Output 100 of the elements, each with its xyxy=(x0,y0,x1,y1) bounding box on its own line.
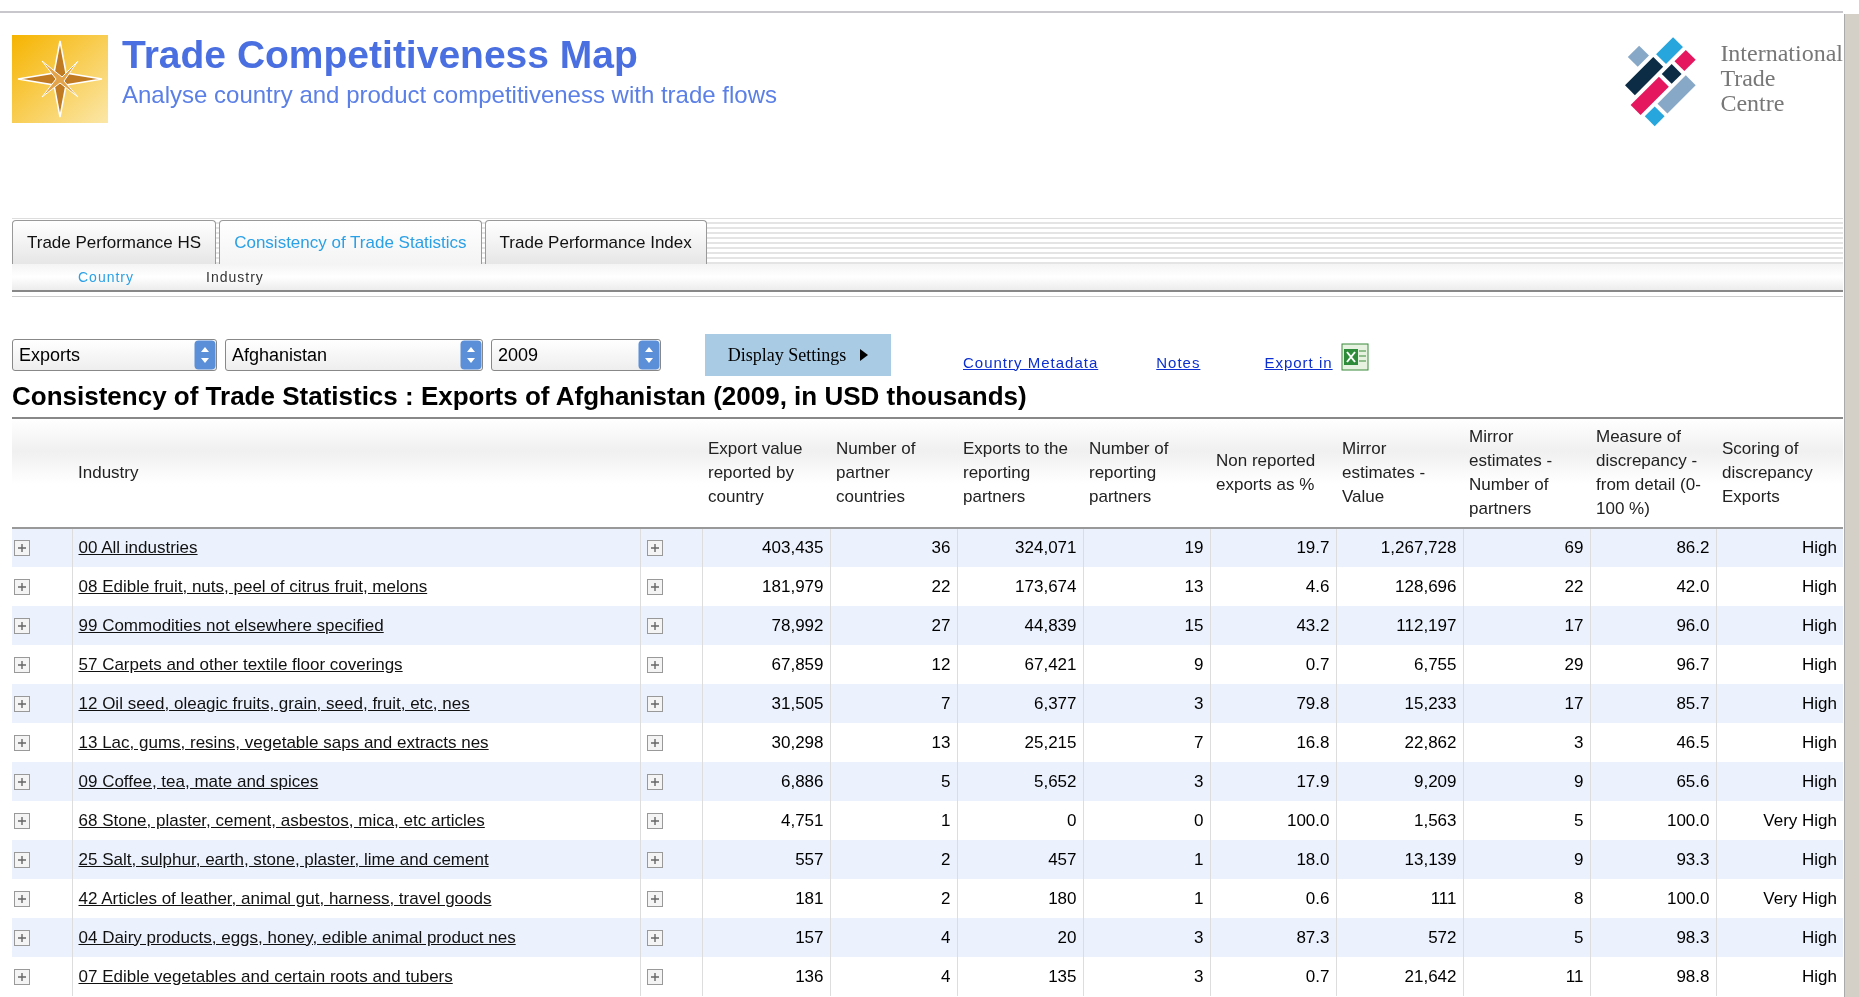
expand-icon[interactable] xyxy=(14,812,30,829)
table-cell: 17.9 xyxy=(1210,762,1336,801)
link[interactable]: Notes xyxy=(1156,353,1201,371)
table-cell: 78,992 xyxy=(702,606,830,645)
industry-link[interactable]: 13 Lac, gums, resins, vegetable saps and extracts nes xyxy=(78,732,489,752)
expand-icon[interactable] xyxy=(646,773,663,790)
table-cell: 3 xyxy=(1083,684,1210,723)
app-subtitle: Analyse country and product competitiveness with trade flows xyxy=(122,81,778,109)
industry-link[interactable]: 07 Edible vegetables and certain roots and tubers xyxy=(78,966,453,986)
expand-icon[interactable] xyxy=(14,656,30,673)
table-cell: 324,071 xyxy=(957,528,1083,567)
export-link[interactable]: Export in xyxy=(1264,353,1333,371)
dropdown[interactable]: Exports xyxy=(12,339,217,371)
caret-icon xyxy=(860,349,869,361)
table-cell: 5 xyxy=(1463,918,1590,957)
table-cell: 96.0 xyxy=(1590,606,1716,645)
expand-icon[interactable] xyxy=(646,540,663,556)
table-cell: High xyxy=(1716,684,1843,723)
expand-icon[interactable] xyxy=(646,851,663,868)
table-cell: 17 xyxy=(1463,606,1590,645)
table-cell: 6,886 xyxy=(702,762,830,801)
expand-icon[interactable] xyxy=(646,578,663,595)
table-cell: 1,267,728 xyxy=(1336,528,1463,567)
table-cell: High xyxy=(1716,762,1843,801)
table-cell: 7 xyxy=(830,684,957,723)
table-cell: High xyxy=(1716,606,1843,645)
table-cell: High xyxy=(1716,840,1843,879)
spinner-arrows-icon[interactable] xyxy=(194,340,216,370)
table-cell: 6,377 xyxy=(957,684,1083,723)
subtab[interactable]: Industry xyxy=(200,268,270,286)
expand-icon[interactable] xyxy=(646,734,663,751)
spinner-arrows-icon[interactable] xyxy=(460,340,482,370)
table-cell: 136 xyxy=(702,957,830,996)
column-header: Mirror estimates - Value xyxy=(1336,418,1463,528)
table-cell: 15,233 xyxy=(1336,684,1463,723)
industry-link[interactable]: 68 Stone, plaster, cement, asbestos, mica, etc articles xyxy=(78,810,485,830)
table-cell: 4 xyxy=(830,957,957,996)
table-cell: High xyxy=(1716,918,1843,957)
expand-icon[interactable] xyxy=(14,540,30,556)
table-cell: 0.7 xyxy=(1210,957,1336,996)
table-cell: 9 xyxy=(1463,762,1590,801)
tab[interactable]: Trade Performance Index xyxy=(484,220,707,264)
industry-link[interactable]: 08 Edible fruit, nuts, peel of citrus fruit, melons xyxy=(78,576,428,596)
table-cell: 2 xyxy=(830,840,957,879)
table-cell: 98.8 xyxy=(1590,957,1716,996)
industry-link[interactable]: 42 Articles of leather, animal gut, harness, travel goods xyxy=(78,888,492,908)
dropdown[interactable]: 2009 xyxy=(491,339,661,371)
column-header: Industry xyxy=(72,418,640,528)
expand-icon[interactable] xyxy=(646,617,663,634)
table-cell: 85.7 xyxy=(1590,684,1716,723)
table-cell: 19 xyxy=(1083,528,1210,567)
table-cell: 457 xyxy=(957,840,1083,879)
column-header: Export value reported by country xyxy=(702,418,830,528)
column-header: Exports to the reporting partners xyxy=(957,418,1083,528)
table-cell: 9 xyxy=(1463,840,1590,879)
expand-icon[interactable] xyxy=(646,929,663,946)
expand-icon[interactable] xyxy=(646,656,663,673)
table-cell: 572 xyxy=(1336,918,1463,957)
expand-icon[interactable] xyxy=(646,890,663,907)
table-cell: 11 xyxy=(1463,957,1590,996)
expand-icon[interactable] xyxy=(14,578,30,595)
table-cell: 86.2 xyxy=(1590,528,1716,567)
link[interactable]: Country Metadata xyxy=(963,353,1099,371)
table-cell: 3 xyxy=(1083,918,1210,957)
table-cell: 69 xyxy=(1463,528,1590,567)
tab[interactable]: Trade Performance HS xyxy=(12,220,217,264)
industry-link[interactable]: 00 All industries xyxy=(78,538,198,557)
expand-icon[interactable] xyxy=(646,812,663,829)
spinner-arrows-icon[interactable] xyxy=(638,340,660,370)
industry-link[interactable]: 57 Carpets and other textile floor coverings xyxy=(78,654,403,674)
table-cell: 36 xyxy=(830,528,957,567)
scrollbar[interactable] xyxy=(1844,14,1859,997)
table-cell: 21,642 xyxy=(1336,957,1463,996)
expand-icon[interactable] xyxy=(646,968,663,985)
table-cell: 19.7 xyxy=(1210,528,1336,567)
table-cell: 87.3 xyxy=(1210,918,1336,957)
expand-icon[interactable] xyxy=(14,734,30,751)
table-cell: 15 xyxy=(1083,606,1210,645)
expand-icon[interactable] xyxy=(14,617,30,634)
table-cell: 44,839 xyxy=(957,606,1083,645)
page-title: Consistency of Trade Statistics : Exports of Afghanistan (2009, in USD thousands) xyxy=(12,381,1028,413)
expand-icon[interactable] xyxy=(14,851,30,868)
table-cell: 1 xyxy=(1083,840,1210,879)
table-cell: 13,139 xyxy=(1336,840,1463,879)
table-cell: High xyxy=(1716,528,1843,567)
spreadsheet-icon[interactable] xyxy=(1340,342,1369,371)
dropdown[interactable]: Afghanistan xyxy=(225,339,483,371)
table-cell: 65.6 xyxy=(1590,762,1716,801)
table-cell: 4 xyxy=(830,918,957,957)
table-cell: 557 xyxy=(702,840,830,879)
expand-icon[interactable] xyxy=(646,695,663,712)
expand-icon[interactable] xyxy=(14,968,30,985)
table-cell: 3 xyxy=(1083,762,1210,801)
display-settings-button[interactable]: Display Settings xyxy=(705,334,891,376)
expand-icon[interactable] xyxy=(14,929,30,946)
expand-icon[interactable] xyxy=(14,773,30,790)
expand-icon[interactable] xyxy=(14,695,30,712)
table-cell: 5 xyxy=(830,762,957,801)
expand-icon[interactable] xyxy=(14,890,30,907)
table-cell: 31,505 xyxy=(702,684,830,723)
